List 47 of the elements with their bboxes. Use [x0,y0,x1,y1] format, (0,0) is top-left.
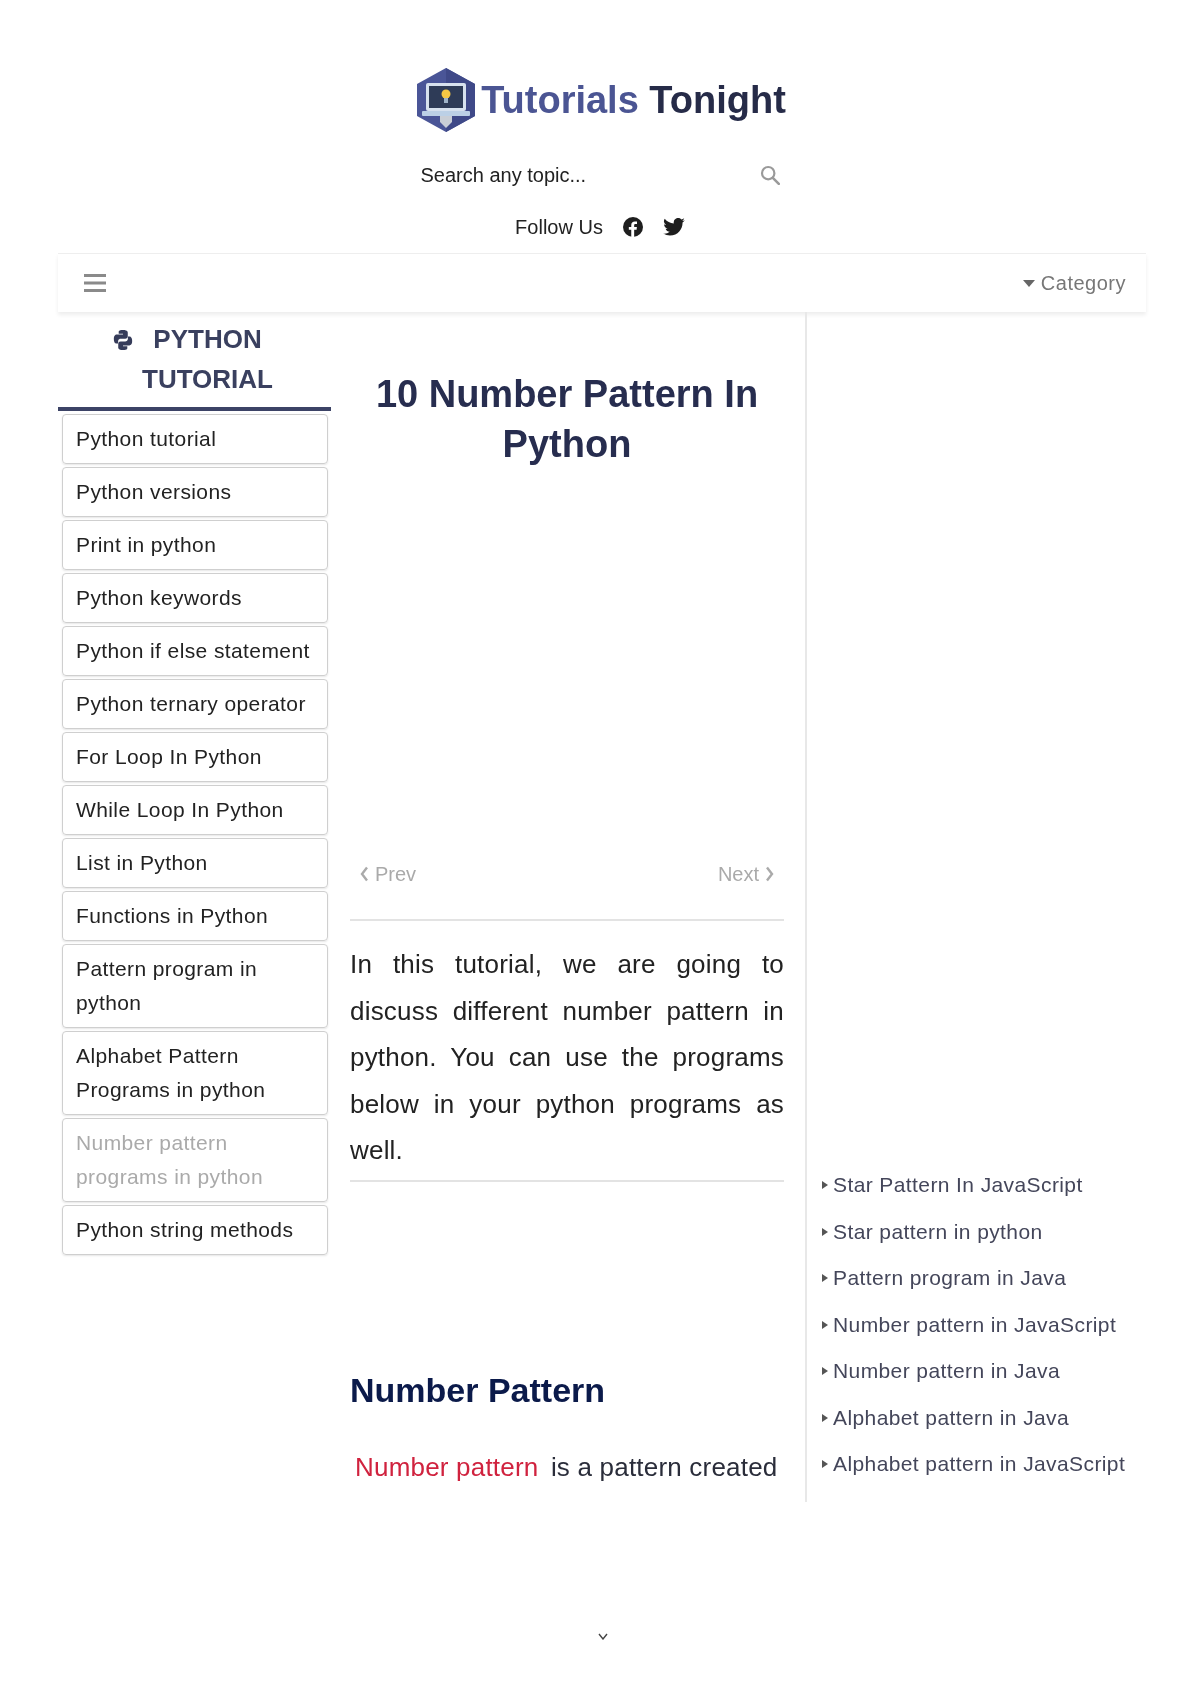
menu-button[interactable] [84,274,106,292]
twitter-icon[interactable] [662,218,685,236]
python-logo-icon [111,329,134,351]
sidebar-link[interactable]: For Loop In Python [62,732,328,782]
related-link[interactable]: Pattern program in Java [822,1255,1067,1302]
search-icon[interactable] [759,165,780,185]
search-field[interactable]: Search any topic... [420,161,741,189]
category-dropdown[interactable]: Category [1022,271,1126,295]
menu-icon [84,274,106,292]
sidebar-link[interactable]: Python keywords [62,573,328,623]
bullet-icon [822,1227,828,1236]
related-link[interactable]: Number pattern in Java [822,1348,1061,1395]
paragraph-text: is a pattern created [550,1451,778,1482]
bullet-icon [822,1460,828,1469]
sidebar-link[interactable]: Python tutorial [62,414,328,464]
related-link[interactable]: Number pattern in JavaScript [822,1301,1117,1348]
facebook-icon[interactable] [622,217,643,237]
sidebar-link[interactable]: Python versions [62,467,328,517]
sidebar-link[interactable]: Python if else statement [62,626,328,676]
related-link[interactable]: Star pattern in python [822,1208,1043,1255]
chevron-left-icon [360,866,369,882]
bullet-icon [822,1181,828,1190]
related-link[interactable]: Alphabet pattern in JavaScript [822,1441,1126,1488]
highlighted-term: Number pattern [354,1451,540,1482]
intro-paragraph: In this tutorial, we are going to discuss different number pattern in python. You can use the programs below in your python programs as well. [350,948,784,1167]
section-heading: Number Pattern [350,1369,607,1410]
sidebar-link[interactable]: Functions in Python [62,891,328,941]
sidebar-link[interactable]: While Loop In Python [62,785,328,835]
follow-label: Follow Us [515,215,603,239]
bullet-icon [822,1413,828,1422]
related-link[interactable]: Alphabet pattern in Java [822,1394,1070,1441]
sidebar-link[interactable]: Pattern program in python [62,944,328,1028]
bullet-icon [822,1367,828,1376]
chevron-right-icon [765,866,774,882]
sidebar-link[interactable]: Alphabet Pattern Programs in python [62,1031,328,1115]
sidebar-title: PYTHON TUTORIAL [141,323,274,396]
sidebar-link[interactable]: List in Python [62,838,328,888]
sidebar-link[interactable]: Python string methods [62,1205,328,1255]
chevron-down-icon[interactable] [598,1633,608,1640]
bullet-icon [822,1274,828,1283]
bullet-icon [822,1320,828,1329]
article-title: 10 Number Pattern In Python [374,372,760,467]
related-link[interactable]: Star Pattern In JavaScript [822,1162,1083,1209]
sidebar-link[interactable]: Python ternary operator [62,679,328,729]
caret-icon [1022,279,1035,287]
sidebar-link[interactable]: Print in python [62,520,328,570]
logo-text[interactable]: Tutorials Tonight [481,81,786,119]
